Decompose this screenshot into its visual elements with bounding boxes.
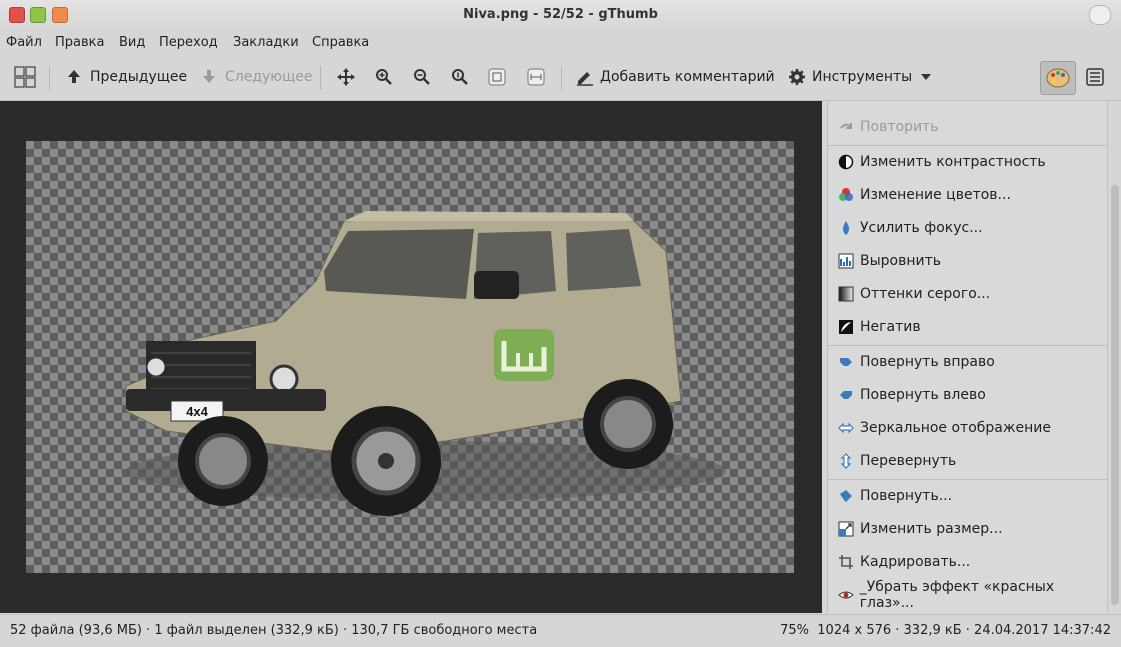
palette-icon	[1046, 68, 1070, 88]
fit-button[interactable]	[336, 66, 356, 88]
zoom-fit-icon	[488, 68, 506, 86]
rotate-right-icon	[840, 358, 852, 366]
rotate-left-icon	[840, 391, 852, 399]
menu-bar: Файл Правка Вид Переход Закладки Справка	[0, 30, 1121, 56]
red-eye-item[interactable]: _Убрать эффект «красных глаз»...	[828, 579, 1108, 611]
image-viewer[interactable]: 4x4	[0, 101, 822, 613]
sharpen-label: Усилить фокус...	[860, 220, 983, 236]
window-menu-button[interactable]	[1089, 5, 1111, 25]
plate-text: 4x4	[186, 404, 208, 419]
tools-panel: Повторить Изменить контрастность Изменен…	[827, 101, 1108, 613]
crop-item[interactable]: Кадрировать...	[828, 546, 1108, 578]
scrollbar-thumb[interactable]	[1111, 185, 1119, 605]
colors-item[interactable]: Изменение цветов...	[828, 179, 1108, 211]
previous-button[interactable]: Предыдущее	[66, 66, 187, 88]
grid-icon	[14, 66, 36, 88]
colors-label: Изменение цветов...	[860, 187, 1011, 203]
zoom-fit-width-icon	[527, 68, 545, 86]
menu-view[interactable]: Вид	[119, 35, 145, 50]
edit-tools-toggle[interactable]	[1040, 61, 1076, 95]
arrow-down-icon	[203, 70, 215, 83]
rotate-item[interactable]: Повернуть...	[828, 480, 1108, 512]
zoom-in-icon	[376, 69, 392, 85]
menu-file[interactable]: Файл	[6, 35, 42, 50]
colors-icon	[839, 188, 853, 201]
contrast-label: Изменить контрастность	[860, 154, 1046, 170]
menu-go[interactable]: Переход	[159, 35, 218, 50]
resize-item[interactable]: Изменить размер...	[828, 513, 1108, 545]
previous-label: Предыдущее	[90, 69, 188, 85]
rotate-right-item[interactable]: Повернуть вправо	[828, 346, 1108, 378]
transparency-background: 4x4	[26, 141, 794, 573]
redo-item[interactable]: Повторить	[828, 111, 1108, 143]
menu-help[interactable]: Справка	[312, 35, 369, 50]
negative-icon	[839, 320, 853, 334]
menu-edit[interactable]: Правка	[55, 35, 104, 50]
tools-label: Инструменты	[812, 69, 913, 85]
gear-icon	[789, 69, 805, 85]
status-image-info: 75% 1024 х 576 · 332,9 кБ · 24.04.2017 1…	[780, 623, 1111, 638]
contrast-icon	[838, 154, 854, 170]
rotate-left-item[interactable]: Повернуть влево	[828, 379, 1108, 411]
zoom-100-button[interactable]	[451, 66, 469, 88]
mirror-label: Зеркальное отображение	[860, 420, 1051, 436]
zoom-out-button[interactable]	[413, 66, 431, 88]
negative-item[interactable]: Негатив	[828, 311, 1108, 343]
add-comment-label: Добавить комментарий	[600, 69, 775, 85]
panel-scrollbar[interactable]	[1107, 101, 1121, 613]
window-title: Niva.png - 52/52 - gThumb	[463, 7, 658, 22]
rotate-right-label: Повернуть вправо	[860, 354, 995, 370]
arrow-up-icon	[68, 70, 80, 83]
zoom-out-icon	[414, 69, 430, 85]
tools-button[interactable]: Инструменты	[788, 66, 932, 88]
list-icon	[1086, 68, 1104, 86]
grayscale-label: Оттенки серого...	[860, 286, 991, 302]
car-image: 4x4	[125, 211, 726, 516]
flip-item[interactable]: Перевернуть	[828, 445, 1108, 477]
mirror-item[interactable]: Зеркальное отображение	[828, 412, 1108, 444]
zoom-fit-width-button[interactable]	[527, 66, 545, 88]
pencil-icon	[577, 72, 593, 86]
rotate-left-label: Повернуть влево	[860, 387, 986, 403]
status-summary: 52 файла (93,6 МБ) · 1 файл выделен (332…	[10, 623, 538, 638]
contrast-item[interactable]: Изменить контрастность	[828, 146, 1108, 178]
image-details: 1024 х 576 · 332,9 кБ · 24.04.2017 14:37…	[817, 623, 1111, 638]
title-bar: Niva.png - 52/52 - gThumb	[0, 0, 1121, 30]
move-icon	[337, 68, 355, 86]
resize-icon	[838, 521, 854, 537]
equalize-item[interactable]: Выровнить	[828, 245, 1108, 277]
menu-bookmarks[interactable]: Закладки	[233, 35, 299, 50]
status-bar: 52 файла (93,6 МБ) · 1 файл выделен (332…	[0, 614, 1121, 647]
flip-label: Перевернуть	[860, 453, 957, 469]
red-eye-label: _Убрать эффект «красных глаз»...	[859, 579, 1055, 611]
properties-button[interactable]	[1086, 66, 1104, 88]
zoom-level[interactable]: 75%	[780, 623, 809, 638]
sharpen-item[interactable]: Усилить фокус...	[828, 212, 1108, 244]
next-label: Следующее	[225, 69, 313, 85]
grayscale-item[interactable]: Оттенки серого...	[828, 278, 1108, 310]
zoom-actual-icon	[452, 69, 468, 85]
sharpen-icon	[843, 221, 849, 235]
chevron-down-icon	[921, 74, 932, 80]
flip-icon	[840, 453, 852, 469]
rotate-icon	[840, 490, 852, 502]
rotate-label: Повернуть...	[860, 488, 953, 504]
add-comment-button[interactable]: Добавить комментарий	[576, 66, 775, 88]
negative-label: Негатив	[860, 319, 921, 335]
next-button[interactable]: Следующее	[201, 66, 313, 88]
toolbar: Предыдущее Следующее Добавить комментари…	[0, 56, 1121, 101]
resize-label: Изменить размер...	[860, 521, 1003, 537]
mirror-icon	[838, 422, 854, 434]
crop-label: Кадрировать...	[860, 554, 971, 570]
crop-icon	[839, 555, 853, 569]
zoom-in-button[interactable]	[375, 66, 393, 88]
equalize-label: Выровнить	[860, 253, 942, 269]
redo-icon	[840, 123, 852, 129]
zoom-fit-button[interactable]	[488, 66, 506, 88]
redo-label: Повторить	[860, 119, 939, 135]
grayscale-icon	[838, 286, 854, 302]
red-eye-icon	[838, 591, 854, 599]
browser-button[interactable]	[14, 66, 36, 88]
equalize-icon	[838, 253, 854, 269]
